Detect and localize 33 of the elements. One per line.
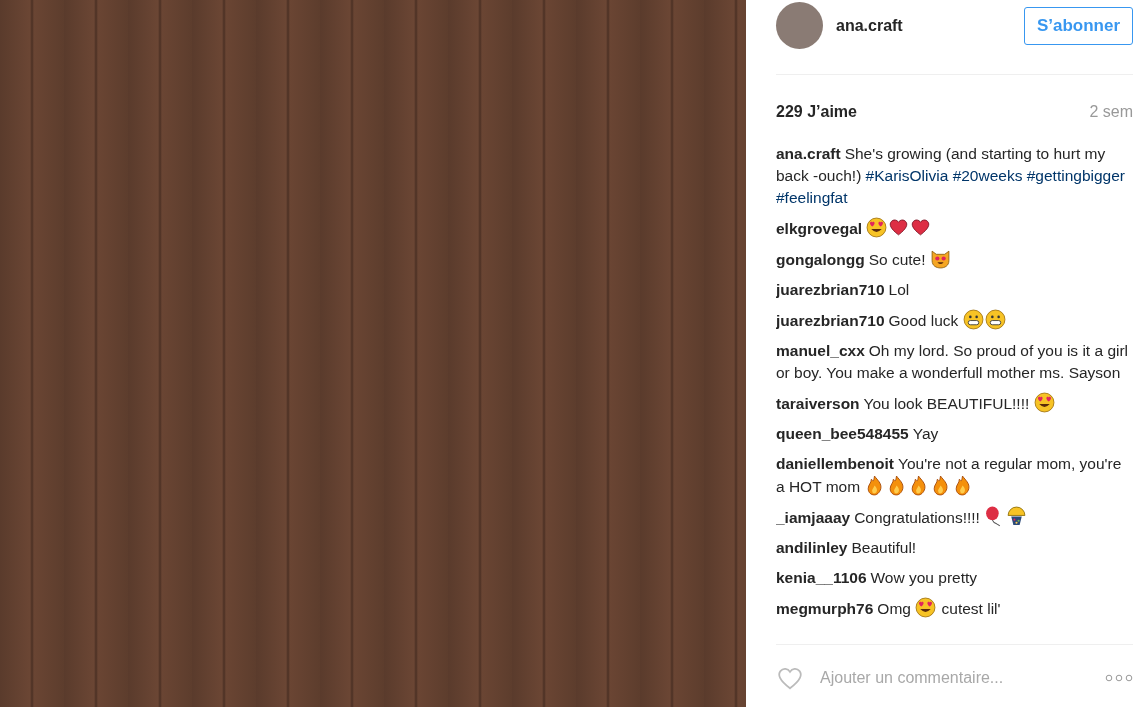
heart-eyes-emoji-icon <box>866 217 888 238</box>
username[interactable]: ana.craft <box>836 17 1024 35</box>
comment: juarezbrian710 Good luck <box>776 309 1133 332</box>
heart-emoji-icon <box>910 217 932 238</box>
comment: gongalongg So cute! <box>776 248 1133 271</box>
confetti-ball-emoji-icon <box>1006 506 1028 527</box>
grinning-face-emoji-icon <box>984 309 1006 330</box>
hashtag-link[interactable]: #KarisOlivia <box>865 167 949 184</box>
heart-eyes-emoji-icon <box>1033 392 1055 413</box>
heart-eyes-emoji-icon <box>915 597 937 618</box>
cat-face-emoji-icon <box>929 248 951 269</box>
comment: juarezbrian710 Lol <box>776 280 911 300</box>
post-time: 2 sem <box>1089 103 1133 121</box>
likes-count: 229 J’aime <box>776 103 857 121</box>
hashtag-link[interactable]: #gettingbigger <box>1026 167 1125 184</box>
heart-emoji-icon <box>888 217 910 238</box>
comment: kenia__1106 Wow you pretty <box>776 568 979 588</box>
comment: daniellembenoit You're not a regular mom, you're a HOT mom <box>776 454 1123 498</box>
comment: manuel_cxx Oh my lord. So proud of you is it a girl or boy. You make a wonderfull mother ms. Sayson <box>776 341 1130 383</box>
comment: _iamjaaay Congratulations!!!! <box>776 506 1133 529</box>
heart-icon[interactable] <box>776 665 804 691</box>
comment: queen_bee548455 Yay <box>776 424 940 444</box>
comment: elkgrovegal <box>776 217 1133 240</box>
grinning-face-emoji-icon <box>962 309 984 330</box>
hashtag-link[interactable]: #20weeks <box>952 167 1023 184</box>
hashtag-link[interactable]: #feelingfat <box>776 189 848 206</box>
comment: andilinley Beautiful! <box>776 538 918 558</box>
more-options-icon[interactable] <box>1105 674 1133 682</box>
avatar[interactable] <box>776 2 823 49</box>
comment-input[interactable]: Ajouter un commentaire... <box>818 668 1091 688</box>
comment: taraiverson You look BEAUTIFUL!!!! <box>776 392 1133 415</box>
comment: megmurph76 Omg cutest lil' <box>776 597 1133 620</box>
comment: ana.craft She's growing (and starting to hurt my back -ouch!) #KarisOlivia #20weeks #gettingbigger #feelingfat <box>776 144 1126 208</box>
